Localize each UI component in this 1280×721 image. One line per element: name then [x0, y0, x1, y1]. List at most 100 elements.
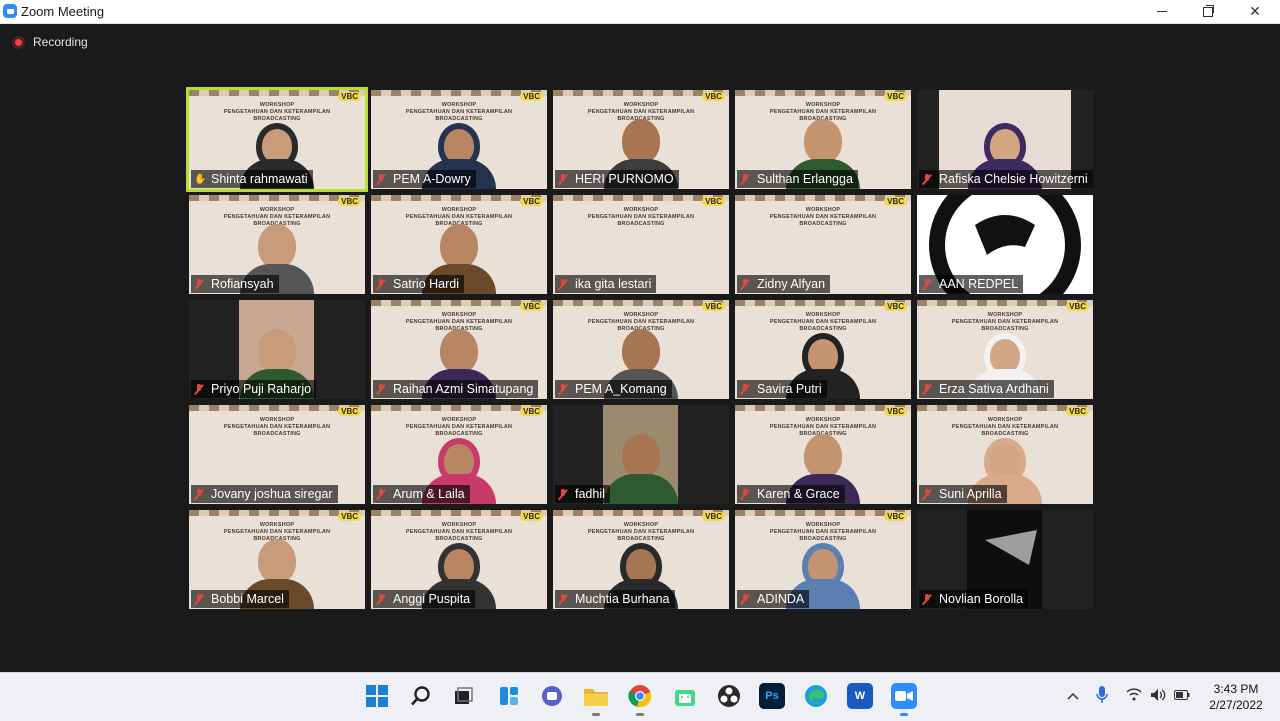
system-clock[interactable]: 3:43 PM 2/27/2022	[1200, 681, 1272, 713]
chrome-icon[interactable]	[627, 683, 653, 716]
participant-name-badge: Rofiansyah	[191, 275, 279, 293]
participant-tile[interactable]: WORKSHOPPENGETAHUAN DAN KETERAMPILANBROA…	[917, 405, 1093, 504]
wifi-icon[interactable]	[1126, 688, 1142, 704]
participant-name-badge: HERI PURNOMO	[555, 170, 679, 188]
minimize-icon	[1157, 11, 1167, 12]
close-icon: ✕	[1249, 3, 1261, 19]
participant-name-badge: Zidny Alfyan	[737, 275, 831, 293]
mic-off-icon	[558, 593, 568, 605]
participant-tile[interactable]: WORKSHOPPENGETAHUAN DAN KETERAMPILANBROA…	[371, 405, 547, 504]
participant-name: PEM A_Komang	[575, 382, 667, 396]
microphone-icon[interactable]	[1096, 686, 1108, 707]
vbc-logo: VBC	[520, 512, 543, 521]
record-icon	[12, 35, 25, 49]
battery-icon[interactable]	[1174, 688, 1190, 704]
mic-off-icon	[376, 488, 386, 500]
participant-tile[interactable]: WORKSHOPPENGETAHUAN DAN KETERAMPILANBROA…	[735, 195, 911, 294]
participant-tile[interactable]: WORKSHOPPENGETAHUAN DAN KETERAMPILANBROA…	[553, 195, 729, 294]
close-button[interactable]: ✕	[1232, 0, 1278, 23]
vbc-logo: VBC	[884, 512, 907, 521]
workshop-title: WORKSHOPPENGETAHUAN DAN KETERAMPILANBROA…	[223, 417, 331, 437]
workshop-title: WORKSHOPPENGETAHUAN DAN KETERAMPILANBROA…	[587, 522, 695, 542]
show-hidden-icons-button[interactable]	[1067, 688, 1079, 704]
edge-icon[interactable]	[803, 683, 829, 709]
vbc-logo: VBC	[338, 407, 361, 416]
restore-button[interactable]	[1185, 0, 1231, 23]
participant-tile[interactable]: WORKSHOPPENGETAHUAN DAN KETERAMPILANBROA…	[371, 510, 547, 609]
participant-name: Priyo Puji Raharjo	[211, 382, 312, 396]
participant-tile[interactable]: WORKSHOPPENGETAHUAN DAN KETERAMPILANBROA…	[189, 195, 365, 294]
volume-icon[interactable]	[1150, 688, 1166, 705]
vbc-logo: VBC	[702, 197, 725, 206]
vbc-logo: VBC	[884, 92, 907, 101]
window-title: Zoom Meeting	[21, 4, 105, 19]
participant-tile[interactable]: WORKSHOPPENGETAHUAN DAN KETERAMPILANBROA…	[189, 510, 365, 609]
file-explorer-icon[interactable]	[583, 683, 609, 716]
mic-off-icon	[376, 383, 386, 395]
mic-off-icon	[194, 593, 204, 605]
workshop-title: WORKSHOPPENGETAHUAN DAN KETERAMPILANBROA…	[587, 207, 695, 227]
participant-tile[interactable]: WORKSHOPPENGETAHUAN DAN KETERAMPILANBROA…	[371, 300, 547, 399]
mic-off-icon	[376, 593, 386, 605]
start-icon[interactable]	[364, 683, 390, 709]
workshop-title: WORKSHOPPENGETAHUAN DAN KETERAMPILANBROA…	[769, 207, 877, 227]
participant-name: Jovany joshua siregar	[211, 487, 333, 501]
search-icon[interactable]	[408, 683, 434, 709]
participant-tile[interactable]: WORKSHOPPENGETAHUAN DAN KETERAMPILANBROA…	[735, 405, 911, 504]
clock-time: 3:43 PM	[1213, 682, 1259, 696]
participant-tile[interactable]: WORKSHOPPENGETAHUAN DAN KETERAMPILANBROA…	[189, 405, 365, 504]
obs-icon[interactable]	[716, 683, 742, 709]
mic-off-icon	[922, 383, 932, 395]
participant-name: fadhil	[575, 487, 605, 501]
participant-name-badge: Karen & Grace	[737, 485, 845, 503]
mic-off-icon	[376, 278, 386, 290]
participant-name: Suni Aprilla	[939, 487, 1002, 501]
recording-indicator[interactable]: Recording	[12, 35, 88, 49]
zoom-logo-icon	[3, 4, 17, 18]
participant-tile[interactable]: AAN REDPEL	[917, 195, 1093, 294]
participant-name: Novlian Borolla	[939, 592, 1024, 606]
minimize-button[interactable]	[1139, 0, 1185, 23]
participant-name-badge: Anggi Puspita	[373, 590, 476, 608]
participant-name-badge: AAN REDPEL	[919, 275, 1024, 293]
participant-tile[interactable]: WORKSHOPPENGETAHUAN DAN KETERAMPILANBROA…	[917, 300, 1093, 399]
participant-tile[interactable]: WORKSHOPPENGETAHUAN DAN KETERAMPILANBROA…	[371, 90, 547, 189]
participant-name: AAN REDPEL	[939, 277, 1019, 291]
participant-name: Savira Putri	[757, 382, 822, 396]
participant-name-badge: Satrio Hardi	[373, 275, 464, 293]
task-view-icon[interactable]	[450, 683, 476, 709]
android-icon[interactable]	[672, 683, 698, 709]
participant-name: Shinta rahmawati	[211, 172, 308, 186]
vbc-logo: VBC	[338, 92, 361, 101]
mic-off-icon	[558, 383, 568, 395]
participant-tile[interactable]: Novlian Borolla	[917, 510, 1093, 609]
participant-name: ADINDA	[757, 592, 805, 606]
participant-figure	[604, 434, 678, 504]
vbc-logo: VBC	[520, 197, 543, 206]
workshop-title: WORKSHOPPENGETAHUAN DAN KETERAMPILANBROA…	[405, 102, 513, 122]
participant-name: Sulthan Erlangga	[757, 172, 853, 186]
vbc-logo: VBC	[702, 512, 725, 521]
participant-name: Zidny Alfyan	[757, 277, 826, 291]
chat-icon[interactable]	[539, 683, 565, 709]
participant-tile[interactable]: WORKSHOPPENGETAHUAN DAN KETERAMPILANBROA…	[371, 195, 547, 294]
workshop-title: WORKSHOPPENGETAHUAN DAN KETERAMPILANBROA…	[951, 417, 1059, 437]
mic-off-icon	[740, 383, 750, 395]
vbc-logo: VBC	[520, 92, 543, 101]
participant-tile[interactable]: Priyo Puji Raharjo	[189, 300, 365, 399]
participant-tile[interactable]: WORKSHOPPENGETAHUAN DAN KETERAMPILANBROA…	[735, 90, 911, 189]
word-icon[interactable]: W	[847, 683, 873, 709]
participant-tile[interactable]: WORKSHOPPENGETAHUAN DAN KETERAMPILANBROA…	[735, 510, 911, 609]
participant-tile[interactable]: WORKSHOPPENGETAHUAN DAN KETERAMPILANBROA…	[553, 300, 729, 399]
participant-tile[interactable]: WORKSHOPPENGETAHUAN DAN KETERAMPILANBROA…	[186, 87, 368, 192]
participant-tile[interactable]: fadhil	[553, 405, 729, 504]
running-indicator	[900, 713, 908, 716]
participant-tile[interactable]: Rafiska Chelsie Howitzerni	[917, 90, 1093, 189]
participant-tile[interactable]: WORKSHOPPENGETAHUAN DAN KETERAMPILANBROA…	[735, 300, 911, 399]
widgets-icon[interactable]	[496, 683, 522, 709]
participant-name: Karen & Grace	[757, 487, 840, 501]
photoshop-icon[interactable]: Ps	[759, 683, 785, 709]
zoom-icon[interactable]	[891, 683, 917, 716]
participant-tile[interactable]: WORKSHOPPENGETAHUAN DAN KETERAMPILANBROA…	[553, 90, 729, 189]
participant-tile[interactable]: WORKSHOPPENGETAHUAN DAN KETERAMPILANBROA…	[553, 510, 729, 609]
